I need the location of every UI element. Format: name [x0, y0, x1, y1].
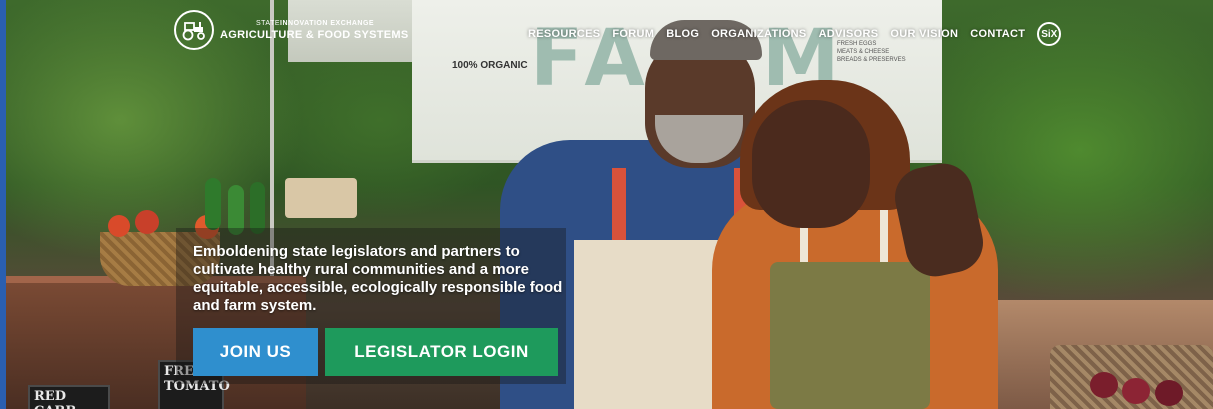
nav-resources[interactable]: RESOURCES [528, 28, 600, 40]
nav-organizations[interactable]: ORGANIZATIONS [711, 28, 806, 40]
logo-subtitle: STATEINNOVATION EXCHANGE [256, 20, 409, 27]
logo-subtitle-prefix: STATE [256, 19, 281, 27]
cucumber-image [250, 182, 265, 234]
farmer-woman-face [752, 100, 870, 228]
nav-blog[interactable]: BLOG [666, 28, 699, 40]
farmer-woman-apron [770, 262, 930, 409]
tomato-image [108, 215, 130, 237]
logo-title: AGRICULTURE & FOOD SYSTEMS [220, 28, 409, 41]
nav-forum[interactable]: FORUM [612, 28, 654, 40]
apple-image [1155, 380, 1183, 406]
nav-our-vision[interactable]: OUR VISION [890, 28, 958, 40]
nav-advisors[interactable]: ADVISORS [819, 28, 879, 40]
logo-text: STATEINNOVATION EXCHANGE AGRICULTURE & F… [220, 20, 409, 41]
egg-carton [285, 178, 357, 218]
join-us-button[interactable]: JOIN US [193, 328, 318, 376]
hero-section: 100% ORGANIC FA RM FRESH EGGS MEATS & CH… [0, 0, 1213, 409]
sign-red-cabbage: RED CABB [28, 385, 110, 409]
tractor-icon [174, 10, 214, 50]
apron-strap [612, 168, 626, 248]
banner-organic-text: 100% ORGANIC [452, 60, 528, 71]
apple-image [1090, 372, 1118, 398]
site-logo[interactable]: STATEINNOVATION EXCHANGE AGRICULTURE & F… [174, 10, 409, 50]
tomato-image [135, 210, 159, 234]
six-badge-icon[interactable]: SiX [1037, 22, 1062, 46]
nav-contact[interactable]: CONTACT [970, 28, 1025, 40]
main-nav: RESOURCES FORUM BLOG ORGANIZATIONS ADVIS… [528, 22, 1062, 46]
hero-tagline: Emboldening state legislators and partne… [193, 243, 563, 314]
cucumber-image [205, 178, 221, 230]
apple-image [1122, 378, 1150, 404]
legislator-login-button[interactable]: LEGISLATOR LOGIN [325, 328, 558, 376]
logo-subtitle-main: INNOVATION EXCHANGE [280, 19, 375, 27]
